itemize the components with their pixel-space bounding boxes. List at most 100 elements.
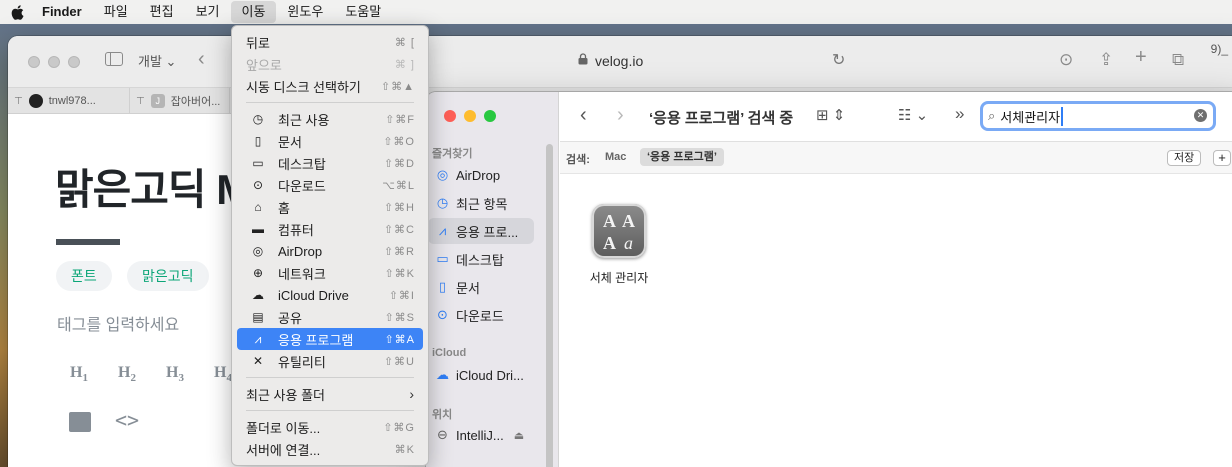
- heading-3-button[interactable]: H3: [166, 364, 184, 384]
- apple-menu[interactable]: [0, 4, 34, 20]
- save-search-button[interactable]: 저장: [1167, 150, 1202, 166]
- shortcut-label: ⌘ ]: [394, 58, 415, 71]
- menu-go[interactable]: 이동: [230, 1, 277, 23]
- scope-option-applications[interactable]: ‘응용 프로그램’: [640, 148, 724, 166]
- menu-item-label: 문서: [278, 134, 302, 150]
- menu-help[interactable]: 도움말: [334, 1, 392, 23]
- download-icon[interactable]: ⊙: [1059, 50, 1073, 70]
- tab-group-selector[interactable]: 개발 ⌄: [138, 51, 176, 70]
- sidebar-item-recents[interactable]: ◷ 최근 항목: [428, 190, 534, 216]
- share-icon[interactable]: ⇪: [1099, 50, 1113, 70]
- tag-input[interactable]: 태그를 입력하세요: [57, 311, 179, 335]
- pin-icon: ⊤: [14, 95, 23, 107]
- shortcut-label: ⌘ [: [394, 36, 415, 49]
- pinned-tab-github[interactable]: ⊤ tnwl978...: [8, 88, 130, 114]
- minimize-button[interactable]: [48, 56, 60, 68]
- menu-item-desktop[interactable]: ▭ 데스크탑 ⇧⌘D: [237, 152, 423, 174]
- menu-item-shared[interactable]: ▤ 공유 ⇧⌘S: [237, 306, 423, 328]
- menu-item-icloud-drive[interactable]: ☁ iCloud Drive ⇧⌘I: [237, 284, 423, 306]
- sidebar-item-airdrop[interactable]: ◎ AirDrop: [428, 162, 534, 188]
- sidebar-scrollbar[interactable]: [546, 144, 553, 467]
- icon-view-grid-icon[interactable]: ⊞ ⇕: [816, 106, 845, 124]
- search-field[interactable]: ⌕ 서체관리자 ✕: [980, 101, 1216, 131]
- shortcut-label: ⌘K: [394, 443, 415, 456]
- scope-option-mac[interactable]: Mac: [598, 148, 633, 166]
- post-title-input[interactable]: 맑은고딕 M: [55, 156, 251, 217]
- forward-icon[interactable]: ›: [617, 104, 624, 127]
- scope-label: 검색:: [566, 154, 590, 166]
- menu-item-recents[interactable]: ◷ 최근 사용 ⇧⌘F: [237, 108, 423, 130]
- sidebar-item-label: 응용 프로...: [456, 224, 519, 240]
- menu-finder[interactable]: Finder: [34, 1, 93, 23]
- glyph-letter: A: [622, 211, 635, 231]
- menu-item-label: 앞으로: [246, 57, 282, 73]
- sidebar-toggle-icon[interactable]: [105, 52, 123, 66]
- menu-item-utilities[interactable]: ✕ 유틸리티 ⇧⌘U: [237, 350, 423, 372]
- sidebar-item-intellij[interactable]: ⊖ IntelliJ... ⏏: [428, 422, 534, 448]
- pinned-tab-2[interactable]: ⊤ J 잡아버어...: [130, 88, 230, 114]
- heading-1-button[interactable]: H1: [70, 364, 88, 384]
- toolbar-overflow-icon[interactable]: »: [955, 104, 964, 124]
- minimize-button[interactable]: [464, 110, 476, 122]
- menu-item-connect-server[interactable]: 서버에 연결... ⌘K: [237, 438, 423, 460]
- menu-item-label: 네트워크: [278, 266, 326, 282]
- font-book-app-icon[interactable]: A A A a: [592, 204, 646, 258]
- menu-item-network[interactable]: ⊕ 네트워크 ⇧⌘K: [237, 262, 423, 284]
- add-criteria-button[interactable]: +: [1213, 150, 1231, 166]
- menu-item-startup-disk[interactable]: 시동 디스크 선택하기 ⇧⌘▲: [237, 75, 423, 97]
- menu-view[interactable]: 보기: [185, 1, 231, 23]
- menu-item-documents[interactable]: ▯ 문서 ⇧⌘O: [237, 130, 423, 152]
- sidebar-item-downloads[interactable]: ⊙ 다운로드: [428, 302, 534, 328]
- menu-item-computer[interactable]: ▬ 컴퓨터 ⇧⌘C: [237, 218, 423, 240]
- zoom-button[interactable]: [484, 110, 496, 122]
- menu-file[interactable]: 파일: [93, 1, 139, 23]
- menu-item-label: 폴더로 이동...: [246, 420, 321, 436]
- menu-item-label: 최근 사용: [278, 112, 330, 128]
- title-underline: [56, 239, 120, 245]
- back-icon[interactable]: ‹: [580, 104, 587, 127]
- menu-window[interactable]: 윈도우: [276, 1, 334, 23]
- sidebar-item-documents[interactable]: ▯ 문서: [428, 274, 534, 300]
- file-name-label[interactable]: 서체 관리자: [574, 269, 664, 286]
- shortcut-label: ⇧⌘D: [383, 157, 415, 170]
- sidebar-item-icloud-drive[interactable]: ☁ iCloud Dri...: [428, 362, 534, 388]
- clock-icon: ◷: [252, 112, 264, 126]
- tag-chip[interactable]: 맑은고딕: [127, 261, 209, 291]
- menu-item-home[interactable]: ⌂ 홈 ⇧⌘H: [237, 196, 423, 218]
- heading-2-button[interactable]: H2: [118, 364, 136, 384]
- menu-item-label: AirDrop: [278, 243, 323, 259]
- search-input[interactable]: 서체관리자: [1000, 106, 1064, 126]
- new-tab-icon[interactable]: +: [1135, 46, 1147, 69]
- address-bar[interactable]: velog.io: [595, 53, 643, 69]
- shortcut-label: ⌥⌘L: [382, 179, 415, 192]
- sidebar-item-label: iCloud Dri...: [456, 367, 524, 383]
- search-icon: ⌕: [988, 108, 996, 123]
- menu-item-applications[interactable]: ⩘ 응용 프로그램 ⇧⌘A: [237, 328, 423, 350]
- sidebar-item-desktop[interactable]: ▭ 데스크탑: [428, 246, 534, 272]
- menu-item-recent-folders[interactable]: 최근 사용 폴더 ›: [237, 383, 423, 405]
- reload-icon[interactable]: ↻: [832, 50, 845, 70]
- heading-4-button[interactable]: H4: [214, 364, 232, 384]
- menu-edit[interactable]: 편집: [139, 1, 185, 23]
- back-icon[interactable]: ‹: [198, 48, 205, 71]
- close-button[interactable]: [444, 110, 456, 122]
- clear-search-icon[interactable]: ✕: [1194, 109, 1207, 122]
- menu-item-go-to-folder[interactable]: 폴더로 이동... ⇧⌘G: [237, 416, 423, 438]
- code-icon[interactable]: <>: [115, 408, 139, 432]
- menu-item-airdrop[interactable]: ◎ AirDrop ⇧⌘R: [237, 240, 423, 262]
- image-icon[interactable]: [69, 412, 91, 432]
- menu-item-back[interactable]: 뒤로 ⌘ [: [237, 31, 423, 53]
- close-button[interactable]: [28, 56, 40, 68]
- document-icon: ▯: [254, 134, 262, 148]
- shortcut-label: ⇧⌘U: [383, 355, 415, 368]
- eject-icon[interactable]: ⏏: [514, 429, 524, 442]
- menu-item-downloads[interactable]: ⊙ 다운로드 ⌥⌘L: [237, 174, 423, 196]
- group-by-icon[interactable]: ☷ ⌄: [898, 106, 928, 124]
- zoom-button[interactable]: [68, 56, 80, 68]
- menu-item-forward[interactable]: 앞으로 ⌘ ]: [237, 53, 423, 75]
- tag-chip[interactable]: 폰트: [56, 261, 112, 291]
- tab-overview-icon[interactable]: ⧉: [1172, 50, 1184, 70]
- desktop-icon: ▭: [252, 156, 264, 170]
- sidebar-item-applications[interactable]: ⩘ 응용 프로...: [428, 218, 534, 244]
- browser-toolbar: 개발 ⌄ ‹ velog.io ↻ ⊙ ⇪ + ⧉ 9)_: [8, 36, 1232, 88]
